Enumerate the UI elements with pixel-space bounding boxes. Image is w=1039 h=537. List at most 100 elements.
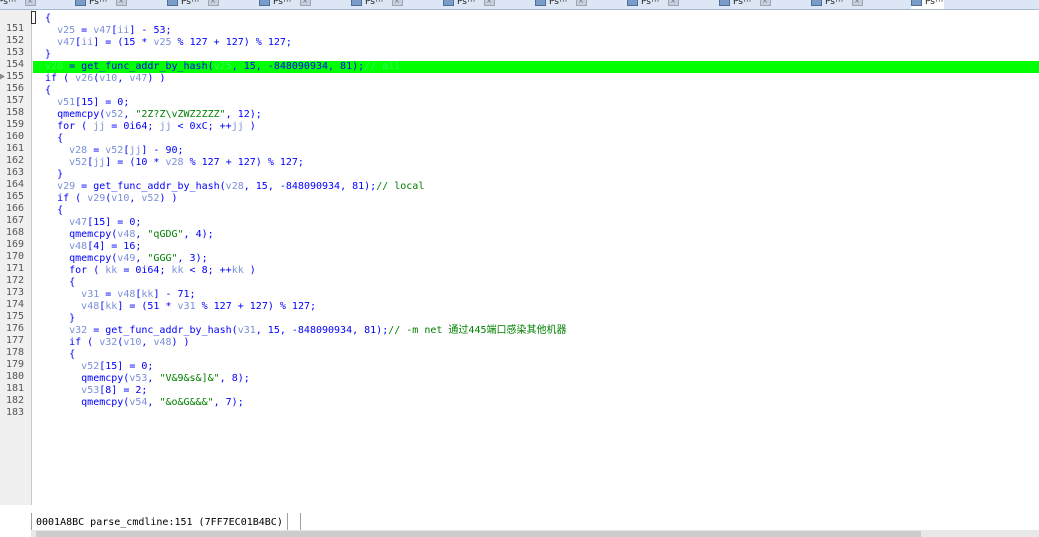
code-token: % 127 + 127) % 127; [195, 300, 317, 312]
tab-2[interactable]: Ps··· × [167, 0, 219, 9]
variable-token: v47 [57, 36, 76, 48]
code-line[interactable]: { [33, 85, 1039, 97]
variable-token: v54 [129, 396, 148, 408]
highlighted-token: // all [364, 60, 401, 72]
string-token: "V&9&s&]&" [159, 372, 220, 384]
tab-0[interactable]: Ps··· × [0, 0, 36, 9]
tab-close-icon[interactable]: × [759, 0, 771, 6]
code-line[interactable]: v53[8] = 2; [33, 385, 1039, 397]
code-line[interactable]: v48[4] = 16; [33, 241, 1039, 253]
code-line[interactable]: { [33, 133, 1039, 145]
tab-label: Ps··· [457, 0, 476, 7]
code-token: [8] = 2; [99, 384, 148, 396]
code-token: if ( [33, 72, 76, 84]
pseudocode-tab-icon [351, 0, 362, 6]
line-number: 151 [6, 22, 25, 34]
horizontal-scrollbar[interactable] [31, 530, 1039, 537]
code-line[interactable]: for ( jj = 0i64; jj < 0xC; ++jj ) [33, 121, 1039, 133]
code-line[interactable]: qmemcpy(v54, "&o&G&&&", 7); [33, 397, 1039, 409]
line-number: 174 [6, 298, 25, 310]
code-line[interactable]: v51[15] = 0; [33, 97, 1039, 109]
code-line[interactable]: v29 = get_func_addr_by_hash(v28, 15, -84… [33, 181, 1039, 193]
code-token: , [135, 252, 148, 264]
variable-token: kk [105, 300, 118, 312]
code-line[interactable]: v28 = v52[jj] - 90; [33, 145, 1039, 157]
variable-token: v47 [129, 72, 148, 84]
scrollbar-thumb[interactable] [36, 531, 921, 537]
line-number: 163 [6, 166, 25, 178]
code-line[interactable]: { [33, 277, 1039, 289]
code-token: [15] = 0; [75, 96, 130, 108]
line-number: 179 [6, 358, 25, 370]
code-token: = [75, 24, 94, 36]
code-token: ] - 71; [153, 288, 196, 300]
code-token: , [135, 228, 148, 240]
pseudocode-view[interactable]: { v25 = v47[ii] - 53; v47[ii] = (15 * v2… [33, 13, 1039, 409]
pseudocode-tab-icon [167, 0, 178, 6]
code-line[interactable]: } [33, 169, 1039, 181]
tab-close-icon[interactable]: × [115, 0, 127, 6]
code-line[interactable]: { [33, 205, 1039, 217]
tab-6[interactable]: Ps··· × [535, 0, 587, 9]
code-line[interactable]: if ( v29(v10, v52) ) [33, 193, 1039, 205]
code-line[interactable]: v31 = v48[kk] - 71; [33, 289, 1039, 301]
tab-close-icon[interactable]: × [207, 0, 219, 6]
code-line[interactable]: v47[15] = 0; [33, 217, 1039, 229]
code-line[interactable]: qmemcpy(v48, "qGDG", 4); [33, 229, 1039, 241]
line-number: 180 [6, 370, 25, 382]
tab-7[interactable]: Ps··· × [627, 0, 679, 9]
code-line[interactable]: qmemcpy(v53, "V&9&s&]&", 8); [33, 373, 1039, 385]
code-token: ] - 53; [129, 24, 172, 36]
line-number: 183 [6, 406, 25, 418]
code-line[interactable]: } [33, 49, 1039, 61]
code-line[interactable]: v52[jj] = (10 * v28 % 127 + 127) % 127; [33, 157, 1039, 169]
tab-close-icon[interactable]: × [391, 0, 403, 6]
code-line[interactable]: } [33, 313, 1039, 325]
code-line[interactable]: v32 = get_func_addr_by_hash(v31, 15, -84… [33, 325, 1039, 337]
code-line[interactable]: for ( kk = 0i64; kk < 8; ++kk ) [33, 265, 1039, 277]
code-line[interactable]: if ( v26(v10, v47) ) [33, 73, 1039, 85]
variable-token: v48 [153, 336, 172, 348]
tab-close-icon[interactable]: × [851, 0, 863, 6]
code-token: = get_func_addr_by_hash( [63, 60, 214, 72]
tab-10[interactable]: Ps··· [911, 0, 944, 9]
tab-close-icon[interactable]: × [575, 0, 587, 6]
code-line[interactable]: { [33, 349, 1039, 361]
line-number: 177 [6, 334, 25, 346]
tab-5[interactable]: Ps··· × [443, 0, 495, 9]
variable-token: v31 [177, 300, 196, 312]
tab-close-icon[interactable]: × [667, 0, 679, 6]
variable-token: kk [141, 288, 154, 300]
highlighted-code-line[interactable]: v26 = get_func_addr_by_hash(v25, 15, -84… [33, 60, 1039, 73]
tab-close-icon[interactable]: × [299, 0, 311, 6]
variable-token: v28 [225, 180, 244, 192]
code-line[interactable]: v48[kk] = (51 * v31 % 127 + 127) % 127; [33, 301, 1039, 313]
code-token: if ( [33, 336, 100, 348]
tab-8[interactable]: Ps··· × [719, 0, 771, 9]
tab-label: Ps··· [0, 0, 17, 7]
code-line[interactable]: qmemcpy(v52, "2Z?Z\vZWZ2ZZZ", 12); [33, 109, 1039, 121]
code-line[interactable]: qmemcpy(v49, "GGG", 3); [33, 253, 1039, 265]
tab-close-icon[interactable]: × [24, 0, 36, 6]
variable-token: v51 [57, 96, 76, 108]
tab-9[interactable]: Ps··· × [811, 0, 863, 9]
line-number: 164 [6, 178, 25, 190]
code-line[interactable]: { [33, 13, 1039, 25]
code-token: , 15, -848090934, 81); [255, 324, 389, 336]
code-line[interactable]: v25 = v47[ii] - 53; [33, 25, 1039, 37]
code-line[interactable]: if ( v32(v10, v48) ) [33, 337, 1039, 349]
tab-3[interactable]: Ps··· × [259, 0, 311, 9]
code-line[interactable]: v47[ii] = (15 * v25 % 127 + 127) % 127; [33, 37, 1039, 49]
code-token: < 8; ++ [183, 264, 232, 276]
tab-4[interactable]: Ps··· × [351, 0, 403, 9]
line-number: 161 [6, 142, 25, 154]
line-number: 153 [6, 46, 25, 58]
code-line[interactable]: v52[15] = 0; [33, 361, 1039, 373]
tab-label: Ps··· [365, 0, 384, 7]
pseudocode-tab-icon [259, 0, 270, 6]
tab-close-icon[interactable]: × [483, 0, 495, 6]
tab-1[interactable]: Ps··· × [75, 0, 127, 9]
